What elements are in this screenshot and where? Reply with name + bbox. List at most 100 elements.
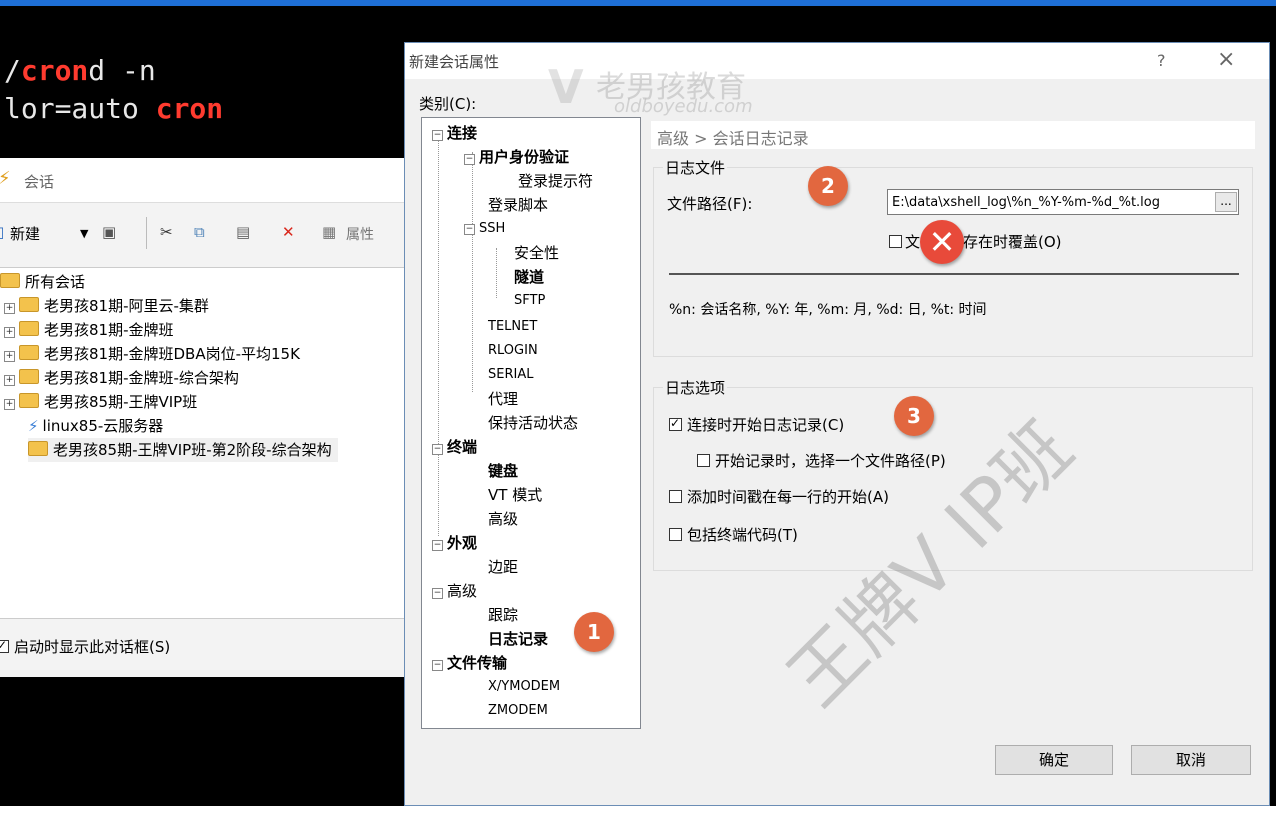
tree-item-auth[interactable]: − 用户身份验证	[464, 146, 569, 168]
ok-button[interactable]: 确定	[995, 745, 1113, 775]
collapse-icon[interactable]: −	[464, 154, 475, 165]
tree-item-margin[interactable]: 边距	[488, 556, 518, 578]
collapse-icon[interactable]: −	[464, 224, 475, 235]
collapse-icon[interactable]: −	[432, 588, 443, 599]
lightning-icon: ⚡	[0, 168, 11, 189]
tree-item-sftp[interactable]: SFTP	[514, 290, 545, 312]
browse-button[interactable]: ...	[1215, 192, 1237, 212]
expand-icon[interactable]: +	[4, 327, 15, 338]
collapse-icon[interactable]: −	[432, 444, 443, 455]
tree-node-folder[interactable]: + 老男孩81期-金牌班	[4, 318, 174, 342]
terminal-highlight: cron	[155, 92, 224, 125]
properties-button[interactable]: 属性	[346, 224, 374, 244]
tree-item-connection[interactable]: − 连接	[432, 122, 477, 144]
tree-label: 保持活动状态	[488, 414, 579, 432]
tree-item-telnet[interactable]: TELNET	[488, 316, 537, 338]
tree-node-folder[interactable]: + 老男孩81期-金牌班DBA岗位-平均15K	[4, 342, 300, 366]
log-file-group-label: 日志文件	[663, 157, 728, 178]
tree-label: VT 模式	[488, 486, 543, 504]
chevron-down-icon[interactable]: ▼	[80, 227, 88, 240]
tree-item-proxy[interactable]: 代理	[488, 388, 518, 410]
overwrite-label-prefix: 文	[905, 233, 921, 251]
new-session-icon[interactable]: ▯	[0, 223, 4, 241]
tree-item-terminal[interactable]: − 终端	[432, 436, 477, 458]
tree-label: 老男孩85期-王牌VIP班-第2阶段-综合架构	[53, 441, 332, 459]
tree-item-advanced[interactable]: − 高级	[432, 580, 477, 602]
collapse-icon[interactable]: −	[432, 130, 443, 141]
expand-icon[interactable]: +	[4, 303, 15, 314]
tree-item-security[interactable]: 安全性	[514, 242, 559, 264]
tree-item-trace[interactable]: 跟踪	[488, 604, 518, 626]
tree-item-keyboard[interactable]: 键盘	[488, 460, 518, 482]
sessions-toolbar: ▯ 新建 ▼ ▣ ✂ ⧉ ▤ ✕ ▦ 属性	[0, 202, 404, 268]
folder-icon	[19, 297, 39, 312]
terminal-codes-checkbox[interactable]	[669, 528, 682, 541]
tree-node-folder[interactable]: + 老男孩81期-阿里云-集群	[4, 294, 209, 318]
properties-icon[interactable]: ▦	[322, 223, 336, 241]
tree-item-rlogin[interactable]: RLOGIN	[488, 340, 538, 362]
tree-item-appearance[interactable]: − 外观	[432, 532, 477, 554]
start-on-connect-checkbox[interactable]	[669, 416, 682, 431]
help-button[interactable]: ?	[1157, 51, 1166, 70]
startup-checkbox[interactable]	[0, 638, 9, 653]
tree-item-login-prompt[interactable]: 登录提示符	[518, 170, 593, 192]
folder-icon	[0, 273, 20, 288]
tree-label: SFTP	[514, 293, 546, 308]
delete-icon[interactable]: ✕	[282, 223, 295, 241]
tree-item-serial[interactable]: SERIAL	[488, 364, 533, 386]
tree-item-xymodem[interactable]: X/YMODEM	[488, 676, 560, 698]
tree-item-logging[interactable]: 日志记录	[488, 628, 548, 650]
tree-item-advanced-terminal[interactable]: 高级	[488, 508, 518, 530]
collapse-icon[interactable]: −	[432, 540, 443, 551]
startup-checkbox-label: 启动时显示此对话框(S)	[14, 638, 171, 656]
tree-item-zmodem[interactable]: ZMODEM	[488, 700, 548, 722]
expand-icon[interactable]: +	[4, 351, 15, 362]
tree-label: 老男孩81期-金牌班-综合架构	[44, 369, 239, 387]
tree-item-ssh[interactable]: − SSH	[464, 218, 505, 240]
toolbar-separator	[146, 217, 147, 249]
paste-icon[interactable]: ▤	[236, 223, 250, 241]
tree-node-folder[interactable]: + 老男孩85期-王牌VIP班	[4, 390, 197, 414]
choose-path-label: 开始记录时，选择一个文件路径(P)	[715, 452, 946, 470]
tree-item-file-transfer[interactable]: − 文件传输	[432, 652, 507, 674]
tree-label: 所有会话	[25, 273, 86, 291]
file-path-input[interactable]	[887, 189, 1239, 215]
watermark-url: oldboyedu.com	[614, 96, 753, 117]
tree-node-folder[interactable]: + 老男孩81期-金牌班-综合架构	[4, 366, 239, 390]
tree-label: 键盘	[488, 462, 519, 480]
close-button[interactable]: ×	[1217, 47, 1235, 72]
tree-node-root[interactable]: 所有会话	[0, 270, 85, 294]
tree-connector	[438, 140, 439, 536]
tree-label: 老男孩81期-金牌班	[44, 321, 174, 339]
tree-item-login-script[interactable]: 登录脚本	[488, 194, 548, 216]
tree-label: 终端	[447, 438, 478, 456]
folder-icon	[19, 321, 39, 336]
copy-session-icon[interactable]: ▣	[102, 223, 116, 241]
terminal-text: d -n	[88, 54, 156, 87]
cut-icon[interactable]: ✂	[160, 223, 173, 241]
tree-node-folder-selected[interactable]: 老男孩85期-王牌VIP班-第2阶段-综合架构	[28, 438, 338, 462]
copy-icon[interactable]: ⧉	[194, 223, 205, 241]
tree-node-session[interactable]: ⚡ linux85-云服务器	[28, 414, 163, 438]
expand-icon[interactable]: +	[4, 399, 15, 410]
annotation-badge-3: 3	[894, 396, 934, 436]
start-on-connect-label: 连接时开始日志记录(C)	[687, 416, 845, 434]
overwrite-checkbox[interactable]	[889, 235, 902, 248]
file-path-label: 文件路径(F):	[667, 195, 753, 213]
tree-label: 登录脚本	[488, 196, 549, 214]
choose-path-checkbox[interactable]	[697, 454, 710, 467]
breadcrumb: 高级 > 会话日志记录	[651, 121, 1255, 149]
tree-item-tunnel[interactable]: 隧道	[514, 266, 544, 288]
tree-item-keepalive[interactable]: 保持活动状态	[488, 412, 578, 434]
expand-icon[interactable]: +	[4, 375, 15, 386]
cancel-button[interactable]: 取消	[1131, 745, 1251, 775]
sessions-bottom-bar: 启动时显示此对话框(S)	[0, 618, 404, 677]
new-session-button[interactable]: 新建	[10, 223, 40, 244]
tree-label: 登录提示符	[518, 172, 594, 190]
collapse-icon[interactable]: −	[432, 660, 443, 671]
tree-label: 外观	[447, 534, 478, 552]
timestamp-checkbox[interactable]	[669, 490, 682, 503]
tree-item-vt-mode[interactable]: VT 模式	[488, 484, 542, 506]
category-label: 类别(C):	[419, 95, 477, 113]
folder-icon	[19, 393, 39, 408]
